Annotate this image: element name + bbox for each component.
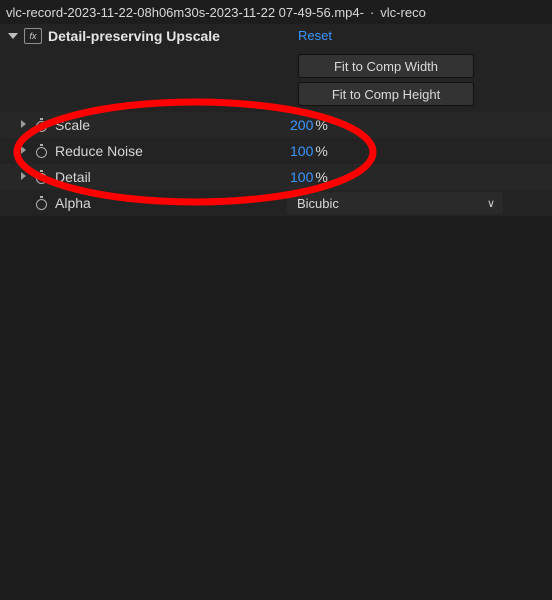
fit-buttons-group: Fit to Comp Width Fit to Comp Height [298,54,552,106]
disclosure-icon[interactable] [18,146,28,157]
property-value-detail[interactable]: 100 [290,169,313,185]
property-row-detail: Detail 100% [0,164,552,190]
property-unit: % [315,117,327,133]
property-row-scale: Scale 200% [0,112,552,138]
stopwatch-icon[interactable] [34,196,49,211]
chevron-down-icon: ∨ [487,197,495,210]
property-label: Reduce Noise [55,143,143,159]
stopwatch-icon[interactable] [34,170,49,185]
dropdown-selected: Bicubic [297,196,339,211]
tab-separator: · [370,5,374,20]
property-value-reduce-noise[interactable]: 100 [290,143,313,159]
effect-header: fx Detail-preserving Upscale Reset [0,24,552,56]
property-row-alpha: Alpha Bicubic ∨ [0,190,552,216]
property-label: Alpha [55,195,91,211]
property-label: Scale [55,117,90,133]
alpha-dropdown[interactable]: Bicubic ∨ [287,192,503,214]
fit-to-comp-width-button[interactable]: Fit to Comp Width [298,54,474,78]
property-label: Detail [55,169,91,185]
property-unit: % [315,143,327,159]
tab-active[interactable]: vlc-record-2023-11-22-08h06m30s-2023-11-… [6,5,364,20]
disclosure-icon[interactable] [18,172,28,183]
property-row-reduce-noise: Reduce Noise 100% [0,138,552,164]
stopwatch-icon[interactable] [34,118,49,133]
property-value-scale[interactable]: 200 [290,117,313,133]
effect-disclosure-icon[interactable] [8,33,18,39]
tab-next[interactable]: vlc-reco [380,5,426,20]
fx-toggle-icon[interactable]: fx [24,28,42,44]
disclosure-icon[interactable] [18,120,28,131]
effect-controls-panel: fx Detail-preserving Upscale Reset Fit t… [0,24,552,216]
reset-link[interactable]: Reset [298,28,332,43]
stopwatch-icon[interactable] [34,144,49,159]
tab-strip: vlc-record-2023-11-22-08h06m30s-2023-11-… [0,0,552,24]
property-unit: % [315,169,327,185]
effect-name[interactable]: Detail-preserving Upscale [48,28,220,44]
fit-to-comp-height-button[interactable]: Fit to Comp Height [298,82,474,106]
